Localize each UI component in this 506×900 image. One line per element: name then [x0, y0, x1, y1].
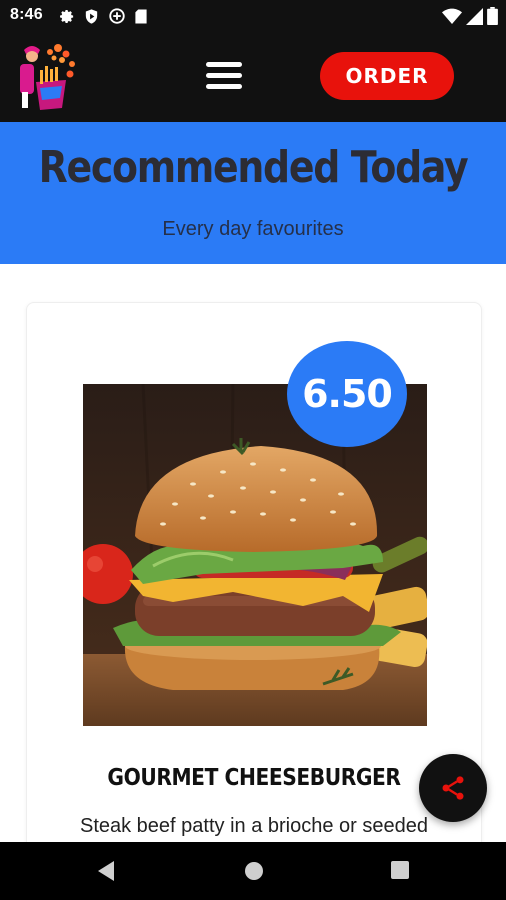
status-right-icons: [442, 7, 498, 25]
hero-banner: Recommended Today Every day favourites: [0, 122, 506, 264]
product-card[interactable]: 6.50 GOURMET CHEESEBURGER Steak beef pat…: [26, 302, 482, 862]
system-nav-bar: [0, 842, 506, 900]
wifi-icon: [442, 8, 462, 24]
product-description: Steak beef patty in a brioche or seeded: [79, 815, 428, 837]
hero-subtitle: Every day favourites: [162, 218, 344, 240]
price-badge: 6.50: [287, 341, 407, 447]
brand-logo[interactable]: [14, 42, 78, 112]
battery-icon: [487, 7, 498, 25]
home-icon[interactable]: [243, 860, 265, 882]
status-bar: 8:46: [0, 0, 506, 32]
app-header: ORDER: [0, 32, 506, 122]
product-name: GOURMET CHEESEBURGER: [107, 765, 401, 791]
share-icon: [442, 776, 464, 800]
recents-icon[interactable]: [390, 860, 410, 880]
signal-icon: [466, 7, 483, 25]
back-icon[interactable]: [96, 860, 116, 882]
gear-icon: [60, 9, 74, 23]
share-button[interactable]: [419, 754, 487, 822]
status-time: 8:46: [10, 6, 43, 23]
hero-title: Recommended Today: [38, 142, 469, 193]
hamburger-menu-icon[interactable]: [204, 60, 244, 92]
sd-card-icon: [135, 9, 147, 23]
status-left-icons: [58, 7, 148, 25]
order-button[interactable]: ORDER: [320, 52, 454, 100]
play-shield-icon: [85, 8, 98, 24]
vpn-icon: [109, 8, 125, 24]
